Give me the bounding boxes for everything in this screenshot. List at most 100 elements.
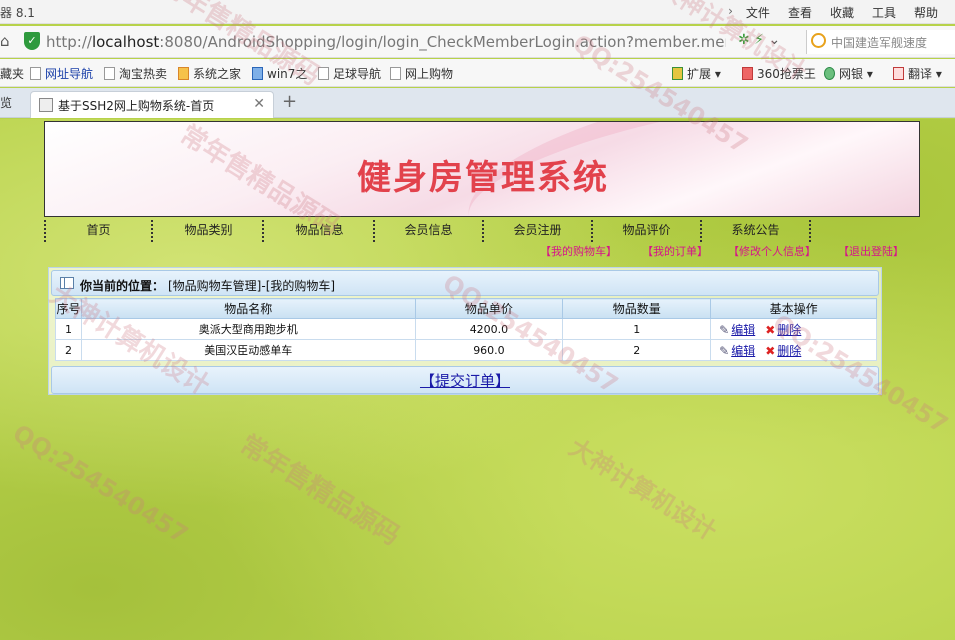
browser-title-bar: 器 8.1 › 文件 查看 收藏 工具 帮助 (0, 0, 955, 24)
delete-link[interactable]: 删除 (777, 344, 801, 358)
subnav-my-cart[interactable]: 【我的购物车】 (540, 243, 617, 259)
favorites-label[interactable]: 藏夹 (0, 65, 24, 82)
cell-qty: 1 (562, 318, 712, 340)
tab-active[interactable]: 基于SSH2网上购物系统-首页 ✕ (30, 91, 274, 118)
col-header-actions: 基本操作 (710, 298, 877, 319)
search-input[interactable]: 中国建造军舰速度 (831, 34, 955, 51)
tab-previous[interactable]: 览 (0, 94, 12, 111)
ticket-icon (742, 67, 753, 80)
cell-actions: ✎ 编辑 ✖ 删除 (710, 339, 877, 361)
cart-table: 序号 物品名称 物品单价 物品数量 基本操作 1 奥派大型商用跑步机 4200.… (55, 298, 877, 361)
fav-item-nav[interactable]: 网址导航 (30, 65, 93, 82)
page-content: 健身房管理系统 首页 物品类别 物品信息 会员信息 会员注册 物品评价 系统公告… (0, 119, 955, 640)
window-icon (60, 277, 74, 289)
url-host: localhost (91, 33, 160, 51)
nav-category[interactable]: 物品类别 (155, 220, 264, 242)
submit-order-link[interactable]: 【提交订单】 (420, 370, 510, 391)
nav-home[interactable]: 首页 (44, 220, 153, 242)
menu-favorites[interactable]: 收藏 (821, 4, 863, 21)
fav-item-xitong[interactable]: 系统之家 (178, 65, 241, 82)
menu-view[interactable]: 查看 (779, 4, 821, 21)
main-nav: 首页 物品类别 物品信息 会员信息 会员注册 物品评价 系统公告 (44, 220, 920, 242)
delete-link[interactable]: 删除 (777, 323, 801, 337)
close-icon[interactable]: ✕ (253, 96, 265, 112)
site-banner: 健身房管理系统 (44, 121, 920, 217)
cell-no: 2 (55, 339, 82, 361)
tool-label: 360抢票王 (757, 67, 816, 81)
home-icon[interactable]: ⌂ (0, 32, 10, 50)
menu-help[interactable]: 帮助 (905, 4, 947, 21)
banner-title: 健身房管理系统 (357, 158, 609, 198)
url-path: :8080/AndroidShopping/login/login_CheckM… (159, 33, 726, 51)
page-icon (318, 67, 329, 80)
fav-label: 网址导航 (45, 67, 94, 81)
page-icon (390, 67, 401, 80)
tab-title: 基于SSH2网上购物系统-首页 (58, 99, 215, 113)
fav-item-shopping[interactable]: 网上购物 (390, 65, 453, 82)
col-header-price: 物品单价 (414, 298, 564, 319)
tool-label: 网银 (839, 67, 864, 81)
fav-label: 淘宝热卖 (119, 67, 168, 81)
fav-label: 足球导航 (333, 67, 382, 81)
edit-link[interactable]: 编辑 (731, 344, 755, 358)
extensions-button[interactable]: 扩展 ▾ (672, 65, 721, 82)
subnav-edit-profile[interactable]: 【修改个人信息】 (728, 243, 816, 259)
win7-icon (252, 67, 263, 80)
browser-app-title: 器 8.1 (0, 6, 35, 20)
url-prefix: http:// (46, 33, 92, 51)
col-header-no: 序号 (55, 298, 82, 319)
tool-label: 翻译 (908, 67, 933, 81)
cell-actions: ✎ 编辑 ✖ 删除 (710, 318, 877, 340)
cell-name: 奥派大型商用跑步机 (80, 318, 416, 340)
subnav-my-orders[interactable]: 【我的订单】 (642, 243, 708, 259)
fav-label: win7之 (267, 67, 308, 81)
nav-reviews[interactable]: 物品评价 (593, 220, 702, 242)
nav-members[interactable]: 会员信息 (375, 220, 484, 242)
pencil-icon: ✎ (719, 322, 730, 337)
col-header-name: 物品名称 (80, 298, 416, 319)
cart-panel: 你当前的位置： [物品购物车管理]-[我的购物车] 序号 物品名称 物品单价 物… (48, 267, 882, 395)
fav-item-win7[interactable]: win7之 (252, 65, 307, 82)
nav-register[interactable]: 会员注册 (484, 220, 593, 242)
url-field[interactable]: http://localhost:8080/AndroidShopping/lo… (46, 33, 726, 51)
menu-file[interactable]: 文件 (737, 4, 779, 21)
bank-icon (824, 67, 835, 80)
search-box[interactable]: 中国建造军舰速度 (806, 30, 955, 54)
pencil-icon: ✎ (719, 343, 730, 358)
nav-announcements[interactable]: 系统公告 (702, 220, 811, 242)
new-tab-icon[interactable]: + (282, 91, 297, 112)
table-row: 1 奥派大型商用跑步机 4200.0 1 ✎ 编辑 ✖ 删除 (55, 318, 877, 340)
bank-tool-button[interactable]: 网银 ▾ (824, 65, 873, 82)
col-header-qty: 物品数量 (562, 298, 712, 319)
location-bar: 你当前的位置： [物品购物车管理]-[我的购物车] (51, 270, 879, 296)
compat-mode-icons[interactable]: ✲ ⚡ ⌄ (738, 32, 780, 48)
delete-x-icon: ✖ (765, 322, 776, 337)
fav-item-taobao[interactable]: 淘宝热卖 (104, 65, 167, 82)
windows-icon (178, 67, 189, 80)
page-icon (104, 67, 115, 80)
search-engine-icon (811, 33, 826, 48)
chevron-right-icon[interactable]: › (719, 4, 737, 21)
nav-items[interactable]: 物品信息 (266, 220, 375, 242)
ticket-tool-button[interactable]: 360抢票王 (742, 65, 816, 82)
page-icon (30, 67, 41, 80)
location-path: [物品购物车管理]-[我的购物车] (168, 279, 336, 293)
address-bar-row: ⌂ ✓ http://localhost:8080/AndroidShoppin… (0, 26, 955, 58)
security-shield-icon[interactable]: ✓ (24, 32, 40, 50)
cell-price: 4200.0 (414, 318, 564, 340)
translate-tool-button[interactable]: 翻译 ▾ (893, 65, 942, 82)
cell-name: 美国汉臣动感单车 (80, 339, 416, 361)
location-label: 你当前的位置： (80, 279, 165, 293)
grid-icon (672, 67, 683, 80)
subnav-logout[interactable]: 【退出登陆】 (838, 243, 904, 259)
fav-item-football[interactable]: 足球导航 (318, 65, 381, 82)
menu-tools[interactable]: 工具 (863, 4, 905, 21)
cell-no: 1 (55, 318, 82, 340)
fav-label: 网上购物 (405, 67, 454, 81)
tab-strip: 览 基于SSH2网上购物系统-首页 ✕ + (0, 88, 955, 118)
fav-label: 系统之家 (193, 67, 242, 81)
page-favicon-icon (39, 98, 53, 112)
translate-icon (893, 67, 904, 80)
cell-qty: 2 (562, 339, 712, 361)
edit-link[interactable]: 编辑 (731, 323, 755, 337)
